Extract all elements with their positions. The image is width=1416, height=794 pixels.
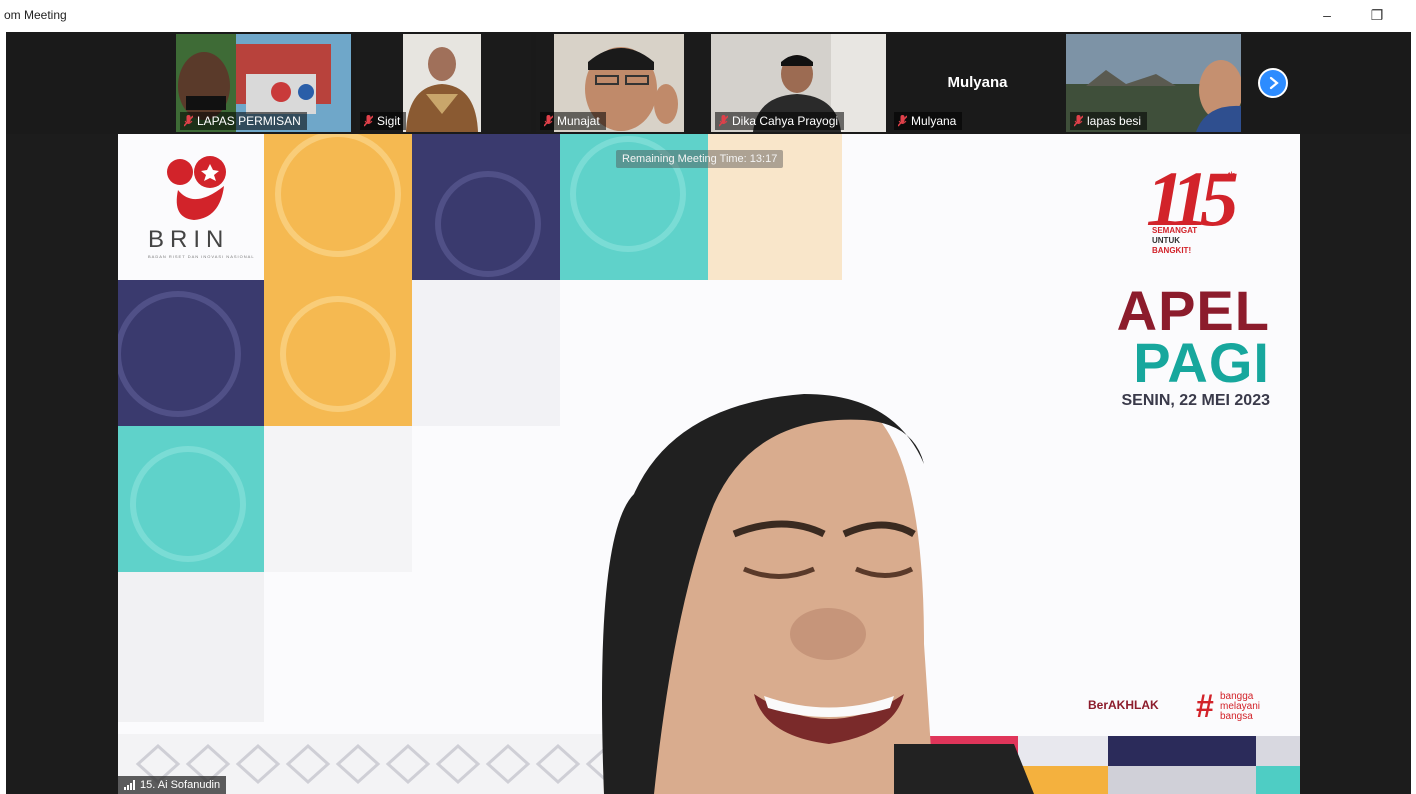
window-title: om Meeting	[4, 8, 67, 22]
brin-logo-subtitle: BADAN RISET DAN INOVASI NASIONAL	[148, 254, 255, 259]
muted-mic-icon	[1074, 115, 1083, 127]
tagline-line: SEMANGAT	[1152, 226, 1198, 235]
slide-heading-apel: APEL	[1116, 279, 1270, 342]
restore-button[interactable]: ❐	[1364, 4, 1390, 26]
brin-logo-icon	[167, 156, 226, 220]
participant-tile[interactable]: Mulyana Mulyana	[890, 34, 1065, 132]
participant-label: Mulyana	[894, 112, 963, 130]
berakhlak-logo: BerAKHLAK	[1088, 698, 1159, 712]
anniversary-tagline: SEMANGAT UNTUK BANGKIT!	[1152, 226, 1222, 256]
participant-display-name: Mulyana	[947, 74, 1008, 91]
participant-name: Munajat	[557, 114, 600, 128]
participant-name: LAPAS PERMISAN	[197, 114, 301, 128]
chevron-right-icon	[1269, 76, 1279, 90]
active-speaker-name: 15. Ai Sofanudin	[140, 779, 221, 791]
participant-tile[interactable]: Sigit	[356, 34, 531, 132]
tagline-line: UNTUK	[1152, 236, 1180, 245]
brin-logo-text: BRIN	[148, 226, 230, 253]
tagline-line: BANGKIT!	[1152, 246, 1192, 255]
participant-tile[interactable]: LAPAS PERMISAN	[176, 34, 351, 132]
participant-name: lapas besi	[1087, 114, 1142, 128]
participant-name: Sigit	[377, 114, 401, 128]
active-speaker-label: 15. Ai Sofanudin	[118, 776, 227, 794]
muted-mic-icon	[364, 115, 373, 127]
participant-strip: LAPAS PERMISAN Sigit Munajat Dika Cahya …	[6, 32, 1411, 134]
shared-screen: Remaining Meeting Time: 13:17 BRIN BADAN…	[118, 134, 1300, 794]
muted-mic-icon	[544, 115, 553, 127]
participant-label: Munajat	[540, 112, 606, 130]
active-speaker-video	[602, 394, 1034, 794]
slide-heading-pagi: PAGI	[1133, 331, 1270, 394]
participant-label: Sigit	[360, 112, 407, 130]
muted-mic-icon	[184, 115, 193, 127]
participant-name: Mulyana	[911, 114, 957, 128]
participant-label: lapas besi	[1070, 112, 1148, 130]
participant-tile[interactable]: Munajat	[536, 34, 711, 132]
hash-icon: #	[1196, 688, 1214, 724]
window-titlebar: om Meeting – ❐	[0, 0, 1416, 32]
minimize-button[interactable]: –	[1314, 4, 1340, 26]
remaining-time-banner: Remaining Meeting Time: 13:17	[616, 150, 784, 168]
muted-mic-icon	[719, 115, 728, 127]
participant-tile[interactable]: lapas besi	[1066, 34, 1241, 132]
participant-name: Dika Cahya Prayogi	[732, 114, 839, 128]
slide-date: SENIN, 22 MEI 2023	[1121, 392, 1270, 409]
signal-bars-icon	[124, 780, 135, 790]
participant-label: Dika Cahya Prayogi	[715, 112, 845, 130]
anniversary-suffix: th	[1228, 170, 1236, 180]
participant-tile[interactable]: Dika Cahya Prayogi	[711, 34, 886, 132]
meeting-stage: LAPAS PERMISAN Sigit Munajat Dika Cahya …	[6, 32, 1411, 794]
participant-label: LAPAS PERMISAN	[180, 112, 307, 130]
next-participants-button[interactable]	[1258, 68, 1288, 98]
muted-mic-icon	[898, 115, 907, 127]
logo-word: bangsa	[1220, 711, 1253, 722]
